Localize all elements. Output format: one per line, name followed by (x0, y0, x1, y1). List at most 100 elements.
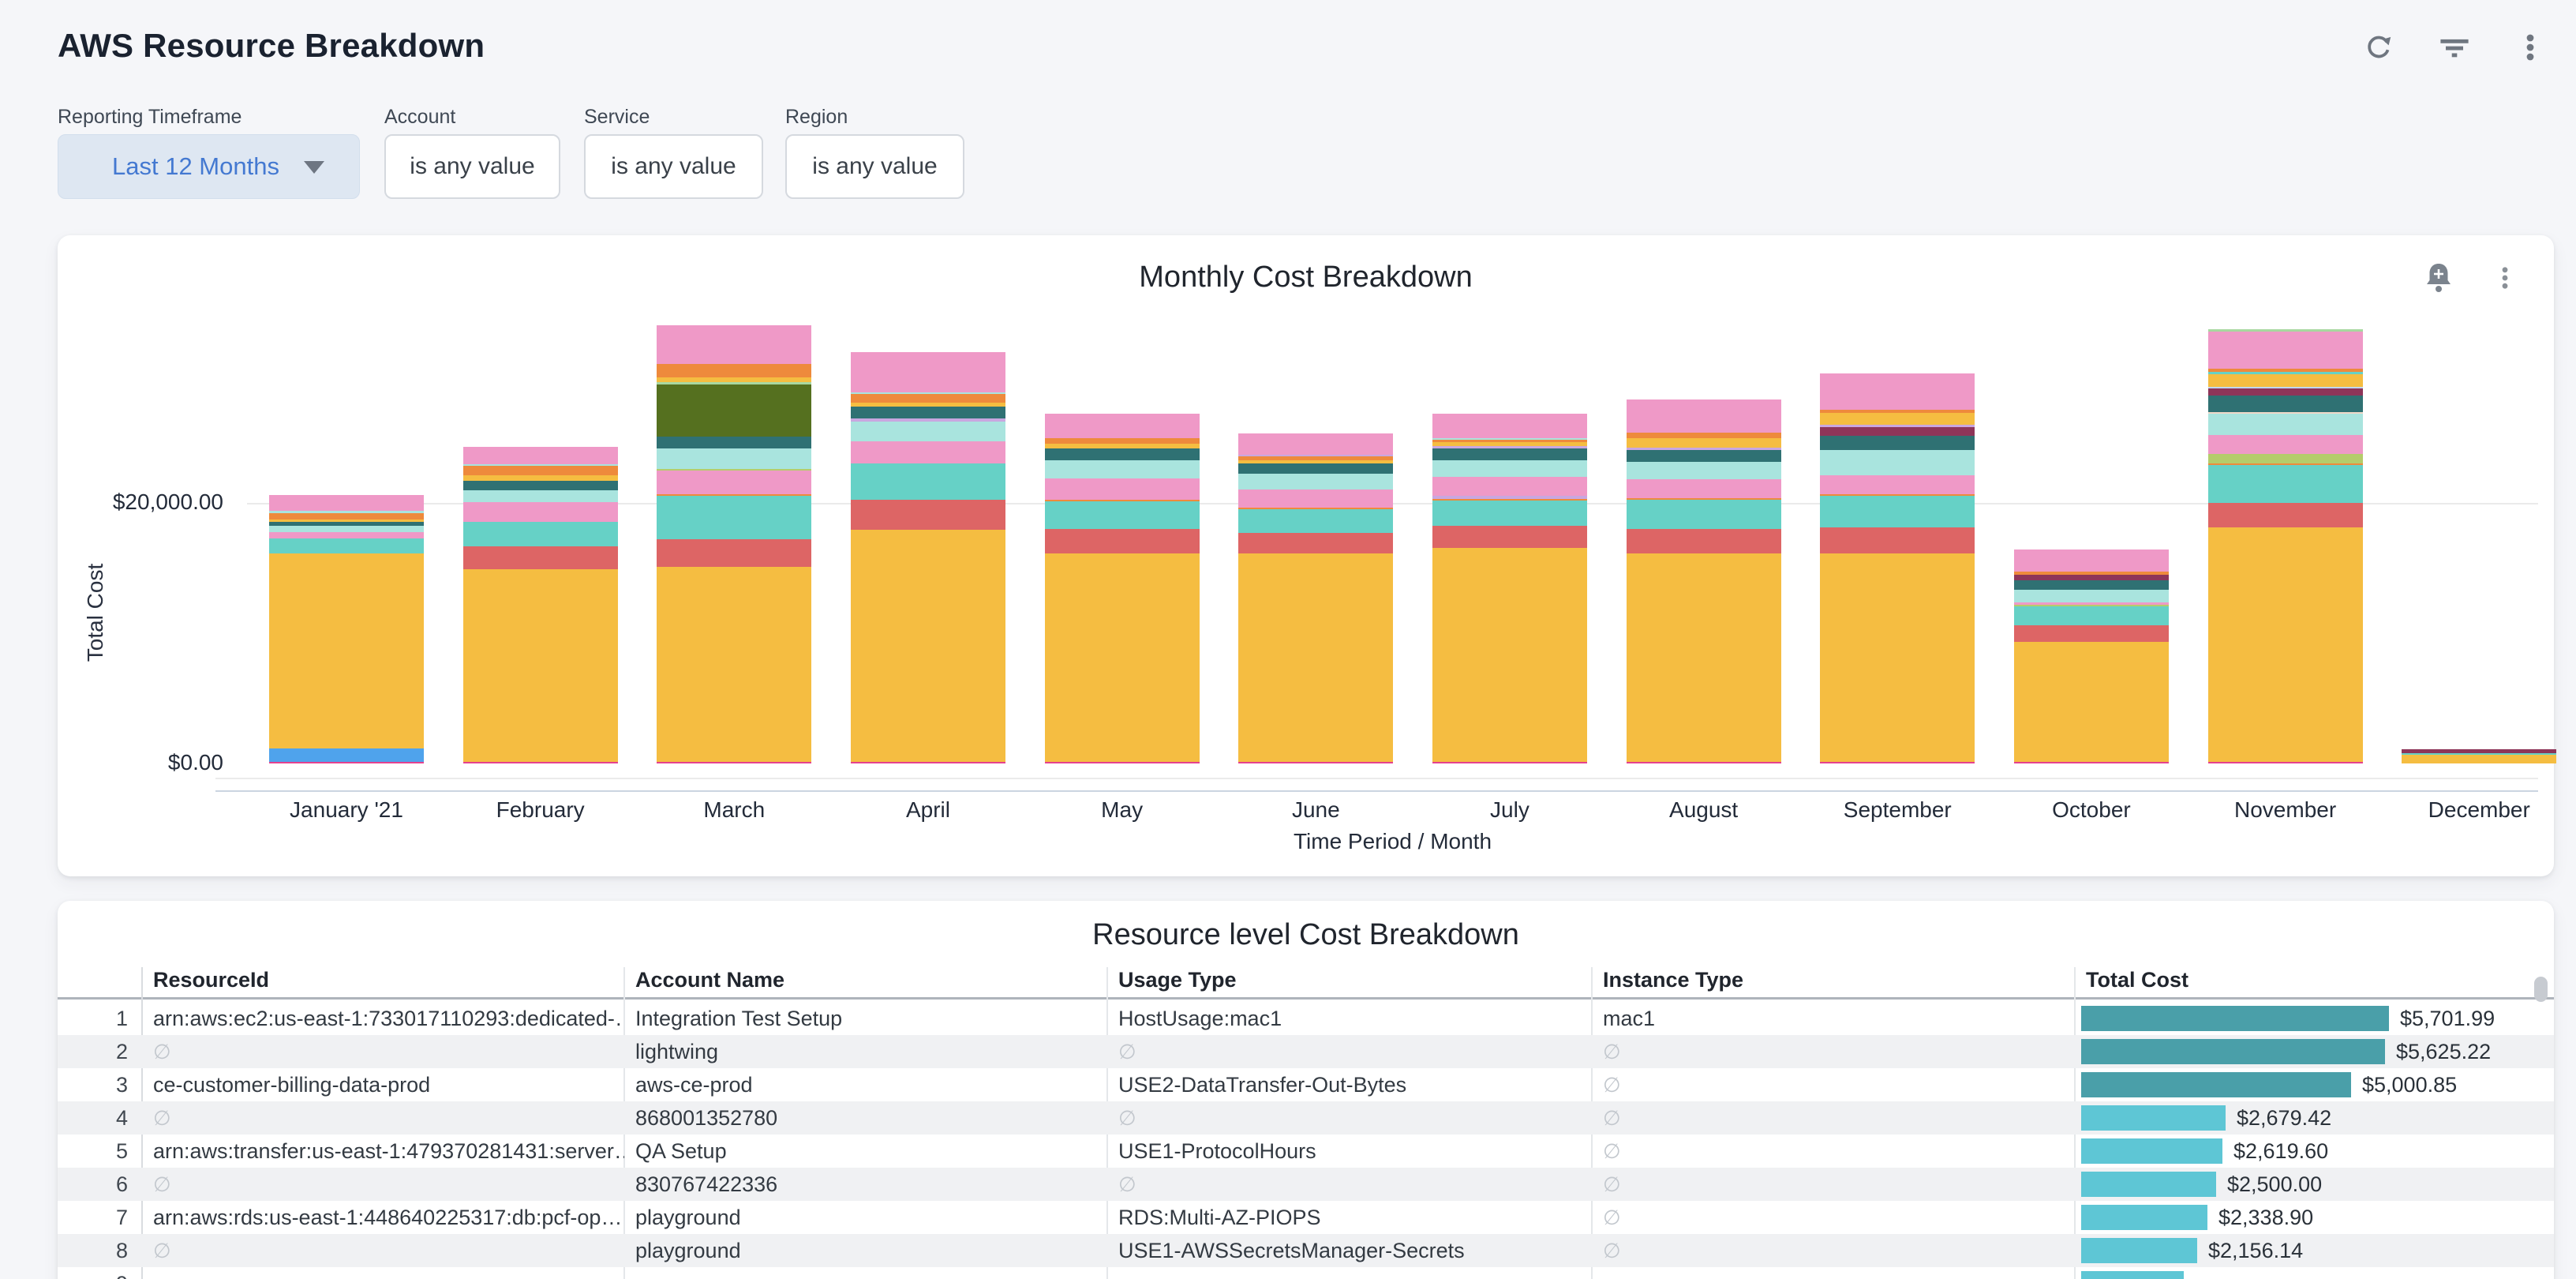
bar-segment-amber (1627, 553, 1781, 762)
bar-segment-orange (269, 513, 424, 519)
x-tick-label: May (1025, 797, 1219, 823)
bar-segment-darkTeal (1432, 448, 1587, 460)
stacked-bar-april[interactable] (851, 352, 1005, 763)
bar-segment-pink (1045, 414, 1200, 438)
bar-segment-magenta (1432, 762, 1587, 763)
bar-segment-paleTeal (851, 422, 1005, 441)
bar-segment-darkTeal (1238, 463, 1393, 474)
bar-segment-pink (269, 532, 424, 538)
bar-segment-darkTeal (657, 437, 811, 448)
table-cell: mac1 (1592, 1002, 2075, 1035)
table-cell: arn:aws:rds:us-east-1:448640225317:db:pc… (142, 1201, 624, 1234)
table-header-row: ResourceId Account Name Usage Type Insta… (58, 963, 2554, 1000)
table-row[interactable]: 1arn:aws:ec2:us-east-1:733017110293:dedi… (58, 1002, 2554, 1035)
column-header-account-name[interactable]: Account Name (624, 968, 784, 992)
bar-segment-red (2014, 625, 2169, 642)
row-number: 3 (58, 1068, 142, 1101)
bar-segment-red (851, 500, 1005, 530)
stacked-bar-august[interactable] (1627, 399, 1781, 763)
more-options-icon[interactable] (2513, 30, 2548, 65)
total-cost-value: $2,679.42 (2237, 1101, 2331, 1135)
bar-segment-red (1045, 529, 1200, 553)
stacked-bar-march[interactable] (657, 325, 811, 763)
table-row[interactable]: 8∅playgroundUSE1-AWSSecretsManager-Secre… (58, 1234, 2554, 1267)
table-cell: arn:aws:ec2:us-east-1:733017110293:dedic… (142, 1002, 624, 1035)
table-row[interactable]: 5arn:aws:transfer:us-east-1:479370281431… (58, 1135, 2554, 1168)
bar-segment-amber (2208, 374, 2363, 388)
column-header-total-cost[interactable]: Total Cost (2075, 968, 2188, 992)
bar-segment-darkTeal (1045, 448, 1200, 460)
bar-segment-pink (1238, 489, 1393, 508)
filter-label-service: Service (584, 106, 650, 129)
table-row[interactable]: 3ce-customer-billing-data-prodaws-ce-pro… (58, 1068, 2554, 1101)
stacked-bar-september[interactable] (1820, 373, 1975, 763)
bar-segment-red (1432, 526, 1587, 548)
bar-segment-magenta (1045, 762, 1200, 763)
bar-segment-amber (851, 530, 1005, 762)
bar-segment-red (657, 539, 811, 567)
total-cost-value: $5,625.22 (2396, 1035, 2491, 1068)
total-cost-bar (2081, 1138, 2222, 1164)
table-cell: ∅ (142, 1035, 624, 1068)
column-header-instance-type[interactable]: Instance Type (1592, 968, 1743, 992)
table-row[interactable]: 2∅lightwing∅∅$5,625.22 (58, 1035, 2554, 1068)
column-header-resourceid[interactable]: ResourceId (142, 968, 269, 992)
bar-segment-maroon (1820, 427, 1975, 436)
x-axis-title: Time Period / Month (247, 829, 2538, 854)
bar-segment-amber (1432, 548, 1587, 762)
table-cell: ∅ (1592, 1068, 2075, 1101)
table-row[interactable]: 9 (58, 1267, 2554, 1279)
filter-icon[interactable] (2437, 30, 2472, 65)
alert-bell-icon[interactable] (2421, 261, 2456, 295)
table-cell: ∅ (1592, 1234, 2075, 1267)
stacked-bar-february[interactable] (463, 447, 618, 763)
service-filter-button[interactable]: is any value (584, 134, 763, 199)
table-cell: 830767422336 (624, 1168, 1107, 1201)
bar-segment-teal (1627, 500, 1781, 528)
bar-segment-orange (463, 466, 618, 475)
bar-segment-paleTeal (657, 448, 811, 469)
table-row[interactable]: 7arn:aws:rds:us-east-1:448640225317:db:p… (58, 1201, 2554, 1234)
total-cost-bar (2081, 1238, 2197, 1263)
bar-segment-red (1238, 533, 1393, 553)
bar-segment-blue (269, 748, 424, 762)
chart-more-options-icon[interactable] (2488, 261, 2522, 295)
stacked-bar-january-21[interactable] (269, 495, 424, 763)
table-row[interactable]: 6∅830767422336∅∅$2,500.00 (58, 1168, 2554, 1201)
table-cell: ∅ (142, 1168, 624, 1201)
bar-segment-pink (463, 502, 618, 522)
stacked-bar-july[interactable] (1432, 414, 1587, 763)
column-header-usage-type[interactable]: Usage Type (1107, 968, 1237, 992)
bar-segment-paleTeal (269, 526, 424, 531)
bar-segment-amber (2014, 642, 2169, 762)
account-filter-button[interactable]: is any value (384, 134, 560, 199)
table-cell: ∅ (1592, 1101, 2075, 1135)
region-filter-button[interactable]: is any value (785, 134, 964, 199)
stacked-bar-december[interactable] (2402, 749, 2556, 763)
bar-segment-amber (1820, 553, 1975, 762)
bar-segment-teal (1820, 496, 1975, 527)
bar-segment-pink (1627, 399, 1781, 433)
region-filter-value: is any value (812, 153, 937, 180)
table-row[interactable]: 4∅868001352780∅∅$2,679.42 (58, 1101, 2554, 1135)
table-body: 1arn:aws:ec2:us-east-1:733017110293:dedi… (58, 1002, 2554, 1279)
table-scrollbar-thumb[interactable] (2534, 977, 2548, 1002)
reporting-timeframe-dropdown[interactable]: Last 12 Months (58, 134, 360, 199)
stacked-bar-may[interactable] (1045, 414, 1200, 763)
stacked-bar-june[interactable] (1238, 433, 1393, 763)
x-tick-label: June (1219, 797, 1413, 823)
bar-segment-magenta (2208, 762, 2363, 763)
bar-segment-paleTeal (463, 490, 618, 502)
x-tick-label: November (2188, 797, 2383, 823)
table-cell: ∅ (1592, 1035, 2075, 1068)
bar-segment-magenta (269, 762, 424, 763)
bar-segment-pink (1820, 475, 1975, 495)
stacked-bar-november[interactable] (2208, 329, 2363, 763)
bar-segment-maroon (2014, 575, 2169, 580)
bar-segment-paleTeal (1238, 474, 1393, 489)
refresh-icon[interactable] (2361, 30, 2396, 65)
page-title: AWS Resource Breakdown (58, 27, 485, 65)
stacked-bar-october[interactable] (2014, 549, 2169, 763)
bar-segment-amber (2402, 755, 2556, 763)
x-tick-label: July (1413, 797, 1607, 823)
